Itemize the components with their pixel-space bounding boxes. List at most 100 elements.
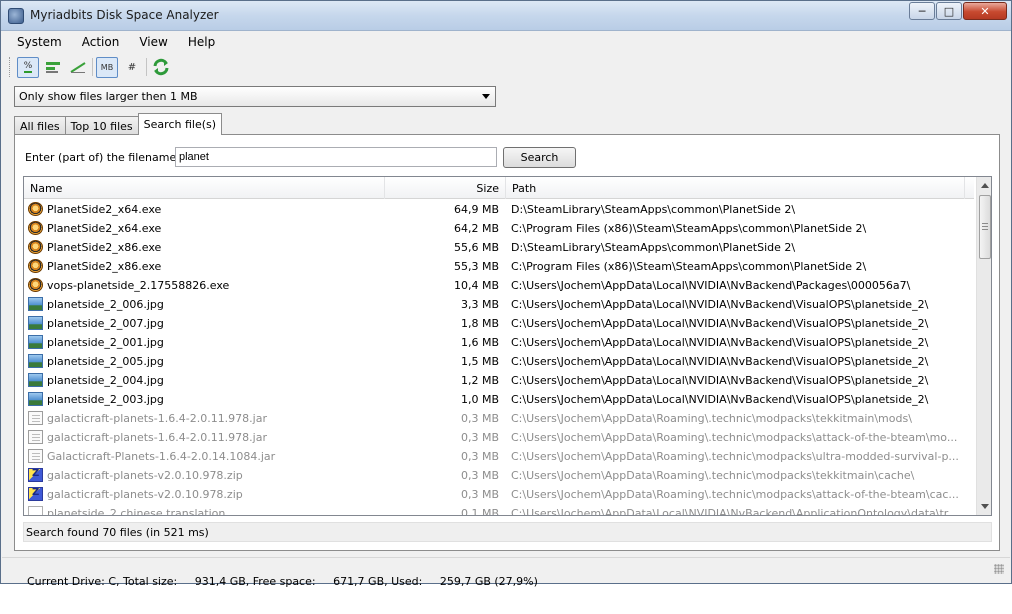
menu-bar: System Action View Help	[2, 32, 1010, 54]
results-list: Name Size Path PlanetSide2_x64.exe 64,9 …	[23, 176, 992, 516]
table-row[interactable]: PlanetSide2_x86.exe 55,6 MB D:\SteamLibr…	[24, 238, 974, 257]
file-name-cell: PlanetSide2_x86.exe	[28, 238, 383, 257]
app-icon	[8, 8, 24, 24]
image-file-icon	[28, 354, 43, 368]
image-file-icon	[28, 297, 43, 311]
file-name-cell: planetside_2_006.jpg	[28, 295, 383, 314]
table-row[interactable]: planetside_2_006.jpg 3,3 MB C:\Users\Joc…	[24, 295, 974, 314]
table-row[interactable]: Galacticraft-Planets-1.6.4-2.0.14.1084.j…	[24, 447, 974, 466]
table-row[interactable]: PlanetSide2_x86.exe 55,3 MB C:\Program F…	[24, 257, 974, 276]
column-header-size[interactable]: Size	[385, 177, 506, 199]
minimize-button[interactable]: ─	[909, 2, 935, 20]
file-path: C:\Users\Jochem\AppData\Roaming\.technic…	[511, 431, 958, 444]
table-row[interactable]: planetside_2_007.jpg 1,8 MB C:\Users\Joc…	[24, 314, 974, 333]
menu-help[interactable]: Help	[181, 32, 222, 54]
title-bar[interactable]: Myriadbits Disk Space Analyzer ─ □ ✕	[1, 1, 1011, 31]
menu-system[interactable]: System	[10, 32, 69, 54]
search-button[interactable]: Search	[503, 147, 576, 168]
file-size: 1,8 MB	[460, 317, 499, 330]
size-filter-value: Only show files larger then 1 MB	[19, 90, 198, 103]
table-row[interactable]: planetside_2_001.jpg 1,6 MB C:\Users\Joc…	[24, 333, 974, 352]
scroll-up-icon[interactable]	[981, 183, 989, 188]
list-rows: PlanetSide2_x64.exe 64,9 MB D:\SteamLibr…	[24, 200, 974, 515]
file-size: 1,5 MB	[460, 355, 499, 368]
resize-grip-icon[interactable]	[994, 564, 1004, 574]
file-path: C:\Users\Jochem\AppData\Roaming\.technic…	[511, 450, 959, 463]
bar-chart-icon	[46, 62, 60, 73]
tab-top-10-files[interactable]: Top 10 files	[64, 116, 139, 135]
file-path: D:\SteamLibrary\SteamApps\common\PlanetS…	[511, 203, 796, 216]
table-row[interactable]: planetside_2.chinese.translation 0,1 MB …	[24, 504, 974, 515]
menu-action[interactable]: Action	[75, 32, 127, 54]
percent-view-button[interactable]: %	[17, 56, 39, 78]
file-name-cell: galacticraft-planets-1.6.4-2.0.11.978.ja…	[28, 428, 383, 447]
refresh-button[interactable]	[150, 57, 172, 78]
refresh-icon	[153, 58, 169, 76]
close-button[interactable]: ✕	[963, 2, 1007, 20]
column-header-name[interactable]: Name	[24, 177, 385, 199]
size-filter-dropdown[interactable]: Only show files larger then 1 MB	[14, 86, 496, 107]
file-size: 55,3 MB	[453, 260, 499, 273]
file-path: C:\Program Files (x86)\Steam\SteamApps\c…	[511, 222, 867, 235]
table-row[interactable]: vops-planetside_2.17558826.exe 10,4 MB C…	[24, 276, 974, 295]
search-input[interactable]	[175, 147, 497, 167]
file-name-cell: galacticraft-planets-v2.0.10.978.zip	[28, 485, 383, 504]
slope-icon	[70, 62, 86, 73]
file-path: C:\Users\Jochem\AppData\Roaming\.technic…	[511, 488, 959, 501]
table-row[interactable]: galacticraft-planets-v2.0.10.978.zip 0,3…	[24, 485, 974, 504]
size-view-button[interactable]	[67, 57, 89, 78]
table-row[interactable]: PlanetSide2_x64.exe 64,2 MB C:\Program F…	[24, 219, 974, 238]
file-name: planetside_2_001.jpg	[47, 336, 164, 349]
file-name: galacticraft-planets-1.6.4-2.0.11.978.ja…	[47, 431, 267, 444]
file-path: C:\Users\Jochem\AppData\Local\NVIDIA\NvB…	[511, 279, 911, 292]
scrollbar-thumb[interactable]	[979, 195, 991, 259]
table-row[interactable]: galacticraft-planets-v2.0.10.978.zip 0,3…	[24, 466, 974, 485]
column-header-path[interactable]: Path	[506, 177, 965, 199]
file-name: PlanetSide2_x64.exe	[47, 222, 162, 235]
table-row[interactable]: planetside_2_003.jpg 1,0 MB C:\Users\Joc…	[24, 390, 974, 409]
file-name-cell: vops-planetside_2.17558826.exe	[28, 276, 383, 295]
table-row[interactable]: galacticraft-planets-1.6.4-2.0.11.978.ja…	[24, 409, 974, 428]
file-name: PlanetSide2_x86.exe	[47, 260, 162, 273]
status-bar: Current Drive: C, Total size: 931,4 GB, …	[2, 557, 1010, 588]
file-size: 1,0 MB	[460, 393, 499, 406]
file-name-cell: PlanetSide2_x64.exe	[28, 200, 383, 219]
hash-icon: #	[127, 61, 137, 73]
tab-search-files[interactable]: Search file(s)	[137, 113, 223, 135]
bar-view-button[interactable]	[42, 57, 64, 78]
file-size: 55,6 MB	[453, 241, 499, 254]
file-name: galacticraft-planets-v2.0.10.978.zip	[47, 469, 243, 482]
file-name: PlanetSide2_x86.exe	[47, 241, 162, 254]
image-file-icon	[28, 392, 43, 406]
file-name: planetside_2_005.jpg	[47, 355, 164, 368]
file-path: C:\Users\Jochem\AppData\Roaming\.technic…	[511, 412, 912, 425]
drive-status-text: Current Drive: C, Total size: 931,4 GB, …	[27, 575, 538, 588]
scroll-down-icon[interactable]	[981, 504, 989, 509]
file-size: 0,3 MB	[460, 412, 499, 425]
menu-view[interactable]: View	[132, 32, 174, 54]
file-name: Galacticraft-Planets-1.6.4-2.0.14.1084.j…	[47, 450, 276, 463]
list-header: Name Size Path	[24, 177, 974, 199]
maximize-button[interactable]: □	[936, 2, 962, 20]
file-size: 0,3 MB	[460, 469, 499, 482]
tab-strip: All files Top 10 files Search file(s)	[14, 113, 223, 135]
jar-file-icon	[28, 411, 43, 425]
percent-icon: %	[23, 61, 33, 73]
count-units-button[interactable]: #	[121, 57, 143, 78]
file-name: PlanetSide2_x64.exe	[47, 203, 162, 216]
table-row[interactable]: planetside_2_005.jpg 1,5 MB C:\Users\Joc…	[24, 352, 974, 371]
file-name: galacticraft-planets-v2.0.10.978.zip	[47, 488, 243, 501]
mb-units-button[interactable]: MB	[96, 56, 118, 78]
table-row[interactable]: galacticraft-planets-1.6.4-2.0.11.978.ja…	[24, 428, 974, 447]
table-row[interactable]: PlanetSide2_x64.exe 64,9 MB D:\SteamLibr…	[24, 200, 974, 219]
file-size: 64,2 MB	[453, 222, 499, 235]
zip-file-icon	[28, 468, 43, 482]
toolbar-separator	[146, 58, 147, 76]
tab-all-files[interactable]: All files	[14, 116, 66, 135]
toolbar: % MB #	[9, 55, 175, 79]
zip-file-icon	[28, 487, 43, 501]
table-row[interactable]: planetside_2_004.jpg 1,2 MB C:\Users\Joc…	[24, 371, 974, 390]
vertical-scrollbar[interactable]	[976, 177, 991, 515]
file-size: 10,4 MB	[453, 279, 499, 292]
exe-file-icon	[28, 202, 43, 216]
